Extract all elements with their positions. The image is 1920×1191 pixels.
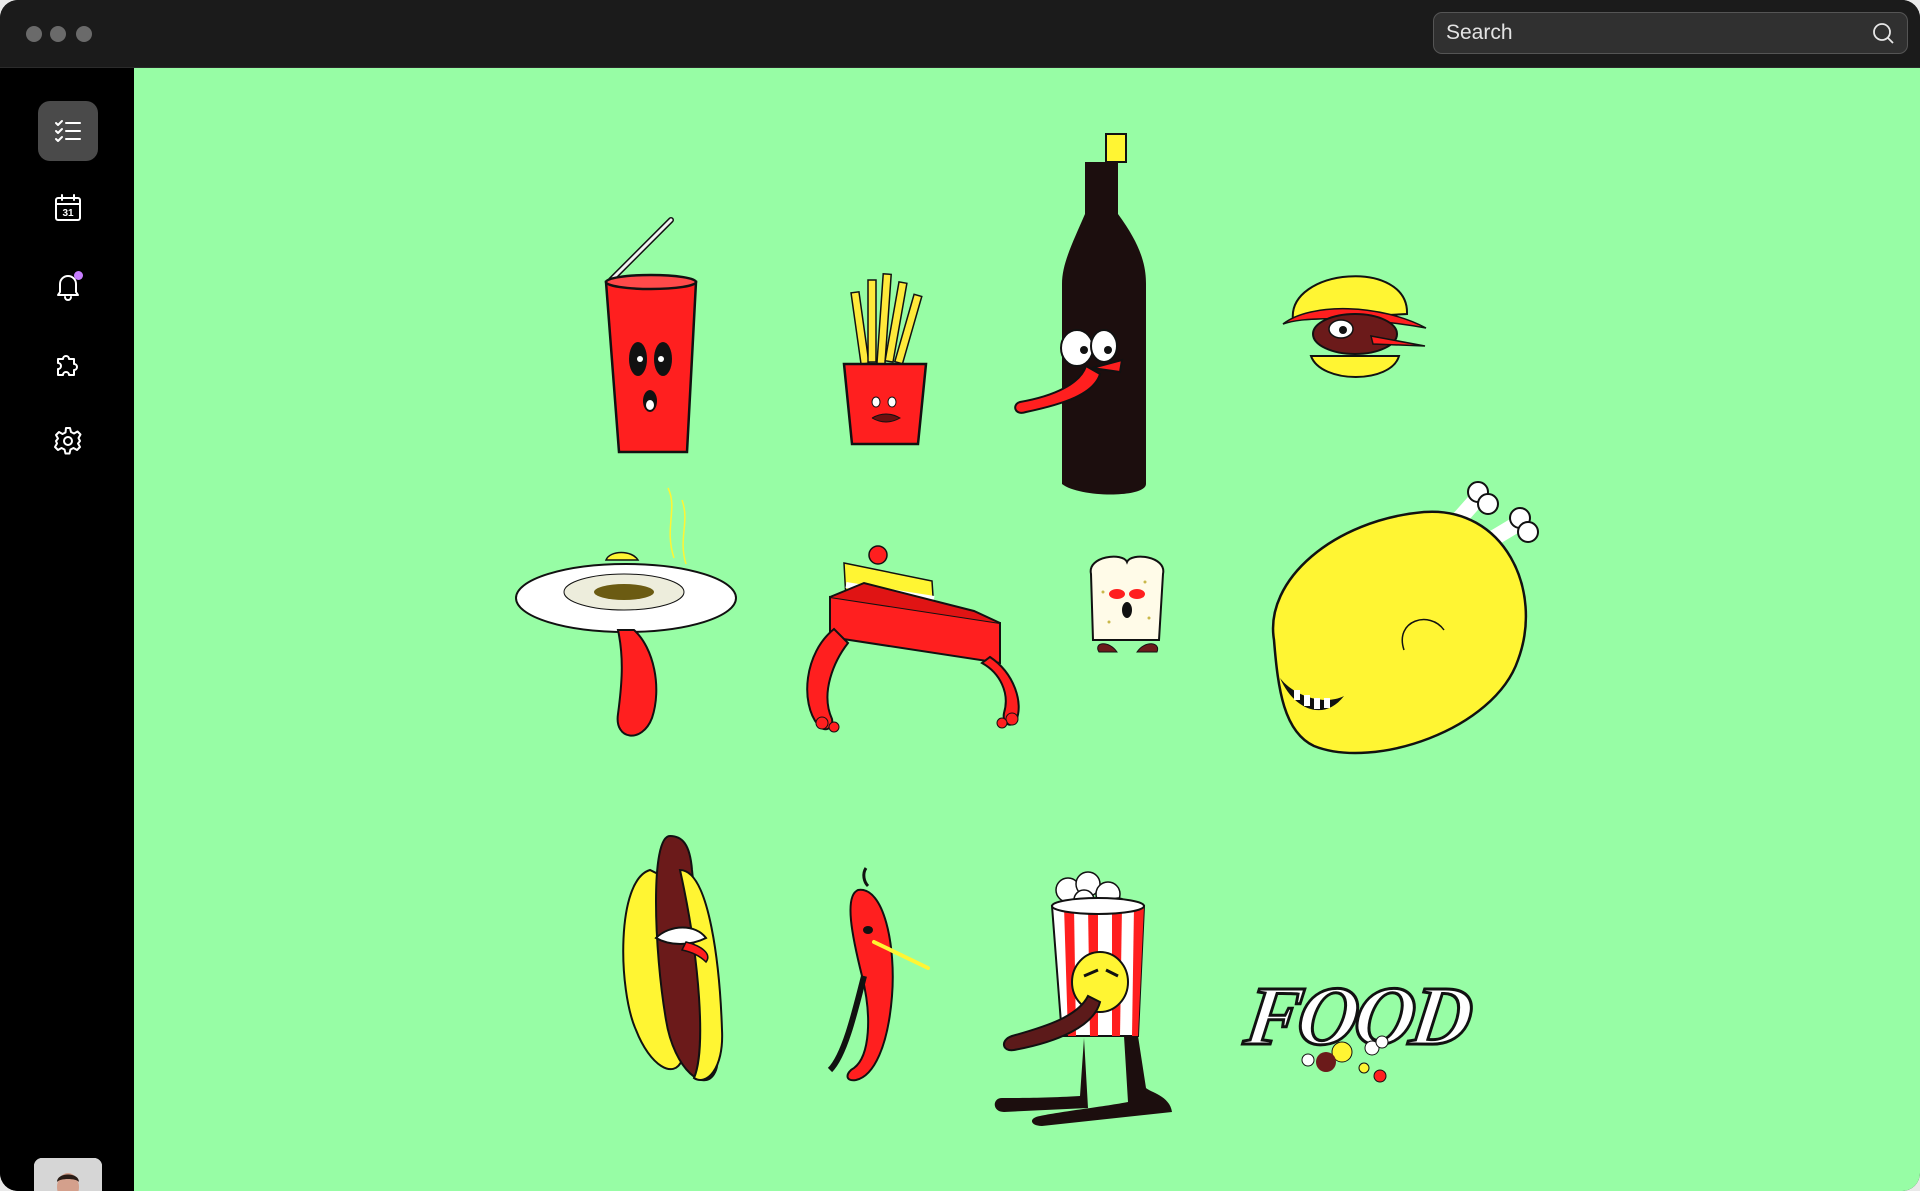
sidebar-item-notifications[interactable] (38, 256, 98, 316)
toast-sticker[interactable] (1079, 552, 1175, 660)
search-box[interactable] (1433, 12, 1908, 54)
checklist-icon (55, 120, 81, 142)
puzzle-icon (57, 355, 78, 376)
sidebar: 31 (0, 68, 134, 1191)
chili-pepper-sticker[interactable] (824, 866, 932, 1086)
roast-chicken-sticker[interactable] (1254, 470, 1552, 766)
user-avatar[interactable] (34, 1158, 102, 1191)
search-icon[interactable] (1871, 21, 1895, 45)
cake-box-sticker[interactable] (804, 533, 1026, 765)
sticker-canvas: FOOD (134, 68, 1920, 1191)
burger-sticker[interactable] (1281, 244, 1428, 386)
bottle-sticker[interactable] (1014, 133, 1146, 502)
app-window: 31 (0, 0, 1920, 1191)
notification-badge (74, 271, 83, 280)
calendar-icon: 31 (55, 194, 81, 221)
window-minimize-dot[interactable] (50, 26, 66, 42)
search-input[interactable] (1446, 13, 1856, 53)
gear-icon (54, 427, 82, 455)
hotdog-sticker[interactable] (620, 830, 732, 1100)
soup-plate-sticker[interactable] (514, 487, 739, 750)
sidebar-item-extensions[interactable] (38, 333, 98, 393)
popcorn-sticker[interactable] (988, 866, 1174, 1126)
food-logo-text: FOOD (1239, 970, 1477, 1063)
soda-cup-sticker[interactable] (601, 212, 701, 458)
title-bar (0, 0, 1920, 68)
window-close-dot[interactable] (26, 26, 42, 42)
fries-sticker[interactable] (842, 270, 928, 448)
sidebar-item-settings[interactable] (38, 411, 98, 471)
calendar-date-label: 31 (62, 208, 74, 219)
sidebar-item-calendar[interactable]: 31 (38, 178, 98, 238)
avatar-portrait (34, 1158, 102, 1191)
window-maximize-dot[interactable] (76, 26, 92, 42)
sidebar-item-tasks[interactable] (38, 101, 98, 161)
food-logo-sticker[interactable]: FOOD (1237, 948, 1478, 1088)
